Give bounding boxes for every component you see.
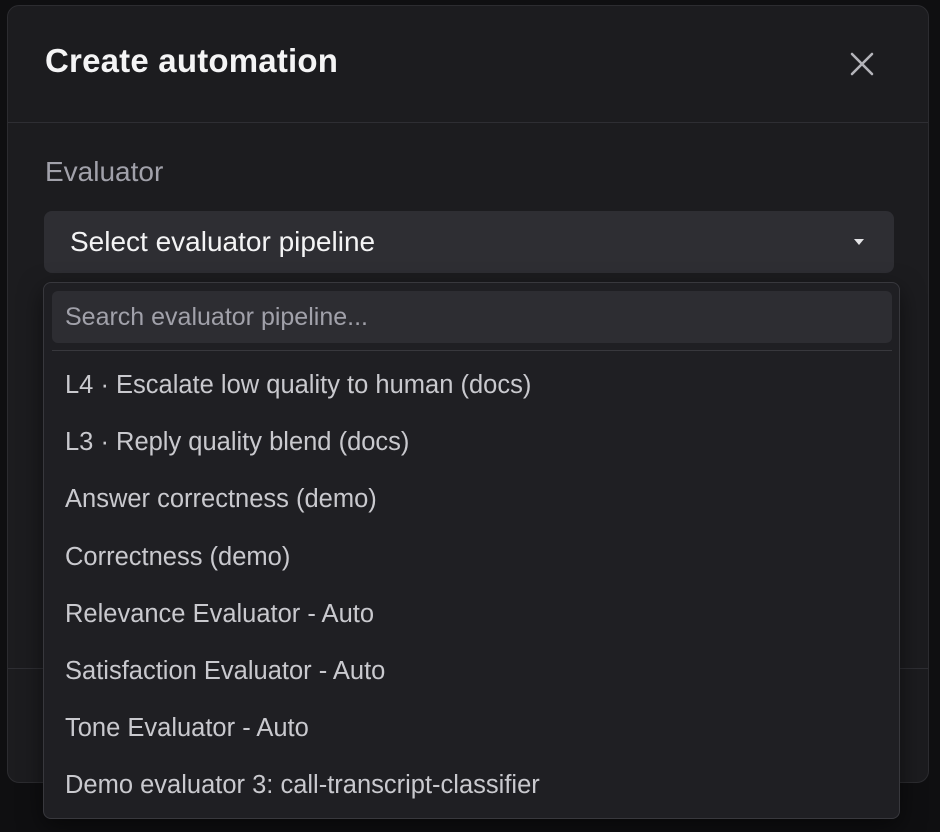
evaluator-label: Evaluator	[45, 156, 164, 187]
evaluator-option[interactable]: Answer correctness (demo)	[44, 471, 899, 528]
evaluator-option-list: L4 · Escalate low quality to human (docs…	[44, 357, 899, 815]
evaluator-option[interactable]: Correctness (demo)	[44, 529, 899, 586]
evaluator-option[interactable]: L4 · Escalate low quality to human (docs…	[44, 357, 899, 414]
evaluator-select-value: Select evaluator pipeline	[70, 226, 376, 257]
close-icon	[850, 52, 874, 76]
evaluator-option[interactable]: Relevance Evaluator - Auto	[44, 586, 899, 643]
evaluator-dropdown: L4 · Escalate low quality to human (docs…	[43, 282, 900, 819]
evaluator-option[interactable]: L3 · Reply quality blend (docs)	[44, 414, 899, 471]
modal-title: Create automation	[45, 42, 339, 79]
caret-down-icon	[854, 239, 864, 245]
evaluator-option[interactable]: Satisfaction Evaluator - Auto	[44, 643, 899, 700]
modal-header: Create automation	[8, 6, 928, 123]
dropdown-divider	[52, 350, 892, 351]
evaluator-option[interactable]: Demo evaluator 3: call-transcript-classi…	[44, 757, 899, 814]
close-button[interactable]	[844, 46, 880, 82]
evaluator-select[interactable]: Select evaluator pipeline	[44, 211, 894, 273]
evaluator-option[interactable]: Tone Evaluator - Auto	[44, 700, 899, 757]
evaluator-search-input[interactable]	[52, 291, 892, 343]
